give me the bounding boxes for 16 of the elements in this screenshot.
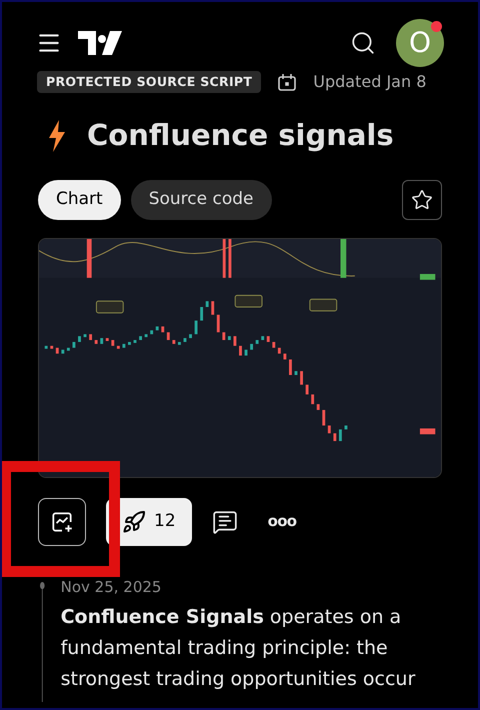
lightning-icon — [47, 120, 67, 152]
add-to-chart-button[interactable] — [38, 498, 86, 546]
calendar-icon — [277, 72, 298, 92]
logo-icon[interactable] — [78, 31, 122, 55]
search-icon[interactable] — [350, 30, 376, 56]
script-title: Confluence signals — [87, 117, 394, 154]
favorite-button[interactable] — [402, 180, 442, 220]
post-date: Nov 25, 2025 — [60, 576, 162, 598]
view-tab[interactable]: Chart — [38, 180, 121, 220]
comment-icon[interactable] — [212, 508, 238, 534]
more-button[interactable]: ooo — [268, 510, 296, 533]
updated-date: Updated Jan 8 — [313, 71, 426, 93]
script-badge: PROTECTED SOURCE SCRIPT — [37, 70, 262, 94]
post-text: Confluence Signals operates on a fundamental trading principle: the strongest trading opportunities occur — [60, 605, 416, 692]
rocket-icon — [122, 510, 146, 534]
view-tab[interactable]: Source code — [130, 180, 272, 220]
